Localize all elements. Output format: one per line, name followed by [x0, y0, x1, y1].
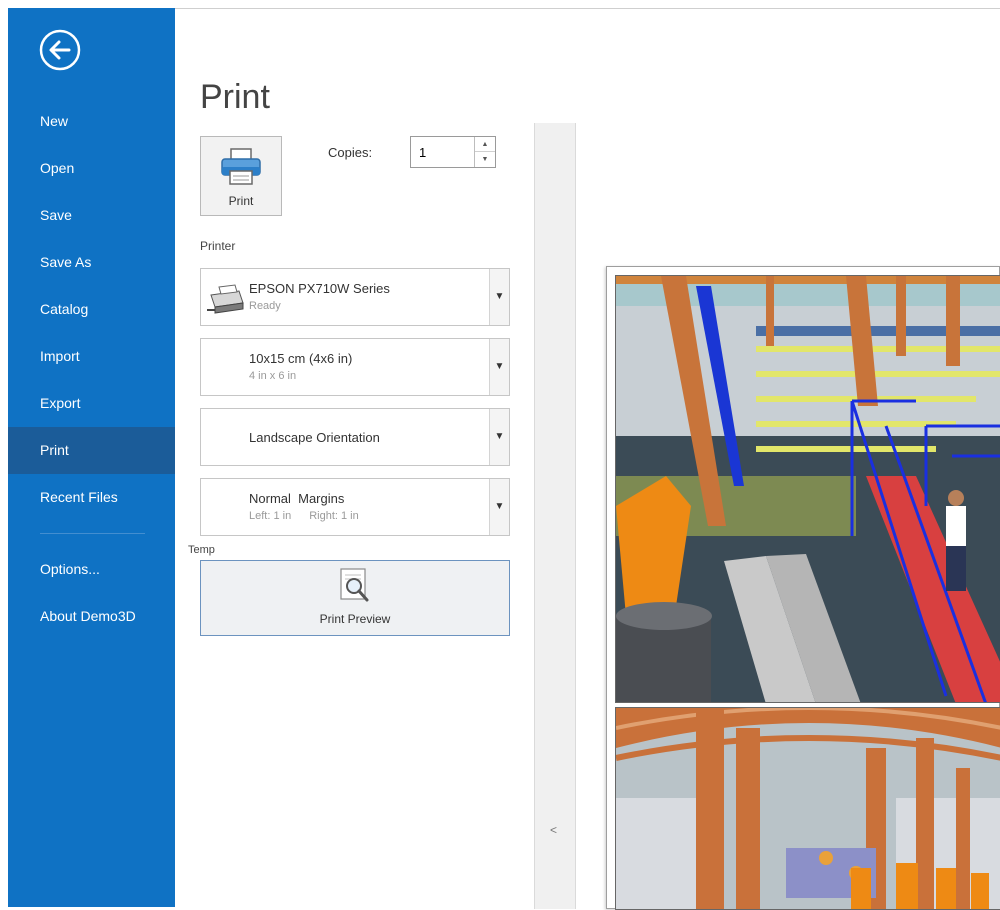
print-button-label: Print	[228, 194, 254, 208]
nav-save[interactable]: Save	[8, 192, 175, 239]
nav-catalog[interactable]: Catalog	[8, 286, 175, 333]
orientation-name: Landscape Orientation	[249, 430, 380, 445]
warehouse-mezzanine-render	[615, 275, 1000, 703]
nav-divider	[40, 533, 145, 534]
collapse-arrow-icon[interactable]: <	[550, 823, 557, 837]
print-button[interactable]: Print	[200, 136, 282, 216]
paper-size-dimensions: 4 in x 6 in	[249, 370, 297, 382]
paper-size-name: 10x15 cm (4x6 in)	[249, 351, 353, 366]
3d-render-image	[616, 276, 1000, 702]
margin-right-value: Right: 1 in	[309, 510, 359, 522]
nav-export[interactable]: Export	[8, 380, 175, 427]
print-preview-page	[606, 266, 1000, 910]
nav-print[interactable]: Print	[8, 427, 175, 474]
copies-increment-button[interactable]: ▲	[475, 137, 495, 152]
printer-section-label: Printer	[200, 239, 236, 253]
margin-left-value: Left: 1 in	[249, 510, 292, 522]
temp-label: Temp	[188, 544, 215, 556]
copies-label: Copies:	[328, 145, 373, 160]
3d-render-image	[616, 708, 1000, 909]
print-preview-label: Print Preview	[319, 612, 391, 626]
nav-options[interactable]: Options...	[8, 546, 175, 593]
panel-splitter[interactable]: <	[534, 123, 576, 909]
page-title: Print	[200, 78, 270, 116]
warehouse-aisle-render	[615, 707, 1000, 910]
printer-dropdown[interactable]: EPSON PX710W Series Ready ▼	[200, 268, 510, 326]
print-preview-button[interactable]: Print Preview	[200, 560, 510, 636]
back-arrow-circle-icon	[39, 29, 81, 71]
copies-stepper: ▲ ▼	[410, 136, 496, 168]
nav-about[interactable]: About Demo3D	[8, 593, 175, 640]
printer-icon	[221, 148, 261, 185]
nav-import[interactable]: Import	[8, 333, 175, 380]
printer-name: EPSON PX710W Series	[249, 281, 390, 296]
nav-recent-files[interactable]: Recent Files	[8, 474, 175, 521]
chevron-down-icon: ▼	[489, 339, 509, 395]
back-button[interactable]	[38, 28, 82, 72]
margins-values: Left: 1 in Right: 1 in	[249, 510, 377, 522]
magnifier-page-icon	[340, 568, 369, 602]
copies-spin-buttons: ▲ ▼	[474, 137, 495, 167]
paper-size-dropdown[interactable]: 10x15 cm (4x6 in) 4 in x 6 in ▼	[200, 338, 510, 396]
chevron-down-icon: ▼	[489, 409, 509, 465]
printer-device-icon	[207, 284, 244, 314]
orientation-dropdown[interactable]: Landscape Orientation ▼	[200, 408, 510, 466]
chevron-down-icon: ▼	[489, 479, 509, 535]
margins-dropdown[interactable]: Normal Margins Left: 1 in Right: 1 in ▼	[200, 478, 510, 536]
printer-status: Ready	[249, 300, 281, 312]
backstage-nav: New Open Save Save As Catalog Import Exp…	[8, 98, 175, 640]
chevron-down-icon: ▼	[489, 269, 509, 325]
margins-name: Normal Margins	[249, 491, 345, 506]
nav-save-as[interactable]: Save As	[8, 239, 175, 286]
copies-decrement-button[interactable]: ▼	[475, 152, 495, 167]
nav-open[interactable]: Open	[8, 145, 175, 192]
window-left-border	[0, 0, 8, 909]
nav-new[interactable]: New	[8, 98, 175, 145]
backstage-sidebar: New Open Save Save As Catalog Import Exp…	[8, 8, 175, 907]
copies-input[interactable]	[411, 137, 473, 167]
